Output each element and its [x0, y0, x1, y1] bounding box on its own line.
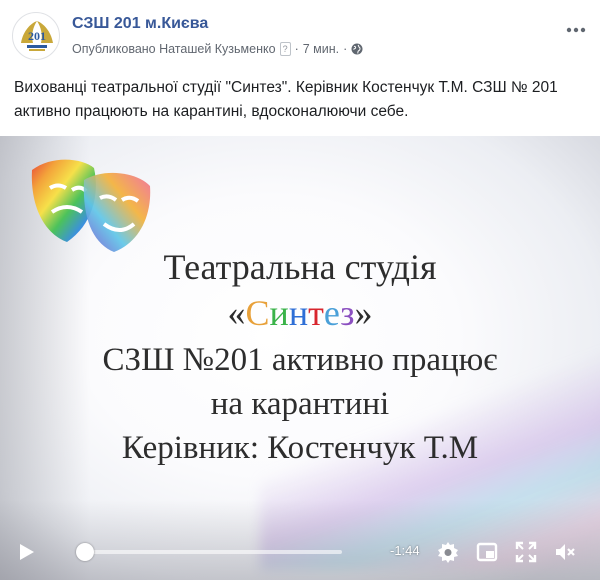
page-avatar[interactable]: 201	[12, 12, 60, 60]
settings-icon[interactable]	[436, 540, 460, 564]
more-dots-icon[interactable]	[566, 16, 586, 39]
picture-in-picture-icon[interactable]	[475, 540, 499, 564]
progress-knob[interactable]	[76, 543, 95, 561]
published-by-text[interactable]: Опубликовано Наташей Кузьменко	[72, 42, 276, 56]
sintez-letter: и	[269, 293, 289, 333]
video-director-line: Керівник: Костенчук Т.М	[121, 430, 479, 466]
school-logo-icon: 201	[21, 21, 53, 51]
post-header: 201 СЗШ 201 м.Києва Опубликовано Наташей…	[0, 0, 600, 70]
volume-muted-icon[interactable]	[553, 540, 577, 564]
sintez-letter: н	[288, 293, 309, 333]
sintez-letter: з	[340, 293, 355, 333]
progress-track[interactable]	[80, 550, 342, 554]
sintez-letter: С	[245, 293, 270, 333]
play-icon[interactable]	[14, 540, 38, 564]
time-remaining: -1:44	[390, 543, 420, 558]
video-quarantine-line: на карантині	[210, 386, 390, 422]
theatre-masks-icon	[31, 159, 151, 252]
avatar-text: 201	[28, 29, 46, 43]
meta-separator: ·	[294, 42, 299, 56]
video-sintez-line: «Синтез»	[0, 292, 600, 334]
sintez-letter: т	[308, 293, 324, 333]
video-title-line: Театральна студія	[163, 247, 437, 287]
sintez-letter: е	[323, 293, 341, 333]
help-marker[interactable]: ?	[279, 42, 291, 56]
video-school-line: СЗШ №201 активно працює	[102, 342, 498, 378]
post-text: Вихованці театральної студії "Синтез". К…	[14, 79, 558, 120]
quote-close: »	[354, 293, 373, 333]
meta-separator-2: ·	[343, 42, 348, 56]
globe-icon[interactable]	[351, 43, 363, 55]
quote-open: «	[227, 293, 246, 333]
page-name-link[interactable]: СЗШ 201 м.Києва	[72, 15, 208, 33]
video-controls: -1:44	[0, 532, 600, 572]
post-time[interactable]: 7 мин.	[303, 42, 339, 56]
fullscreen-icon[interactable]	[514, 540, 538, 564]
post-meta: Опубликовано Наташей Кузьменко ? · 7 мин…	[72, 42, 363, 56]
